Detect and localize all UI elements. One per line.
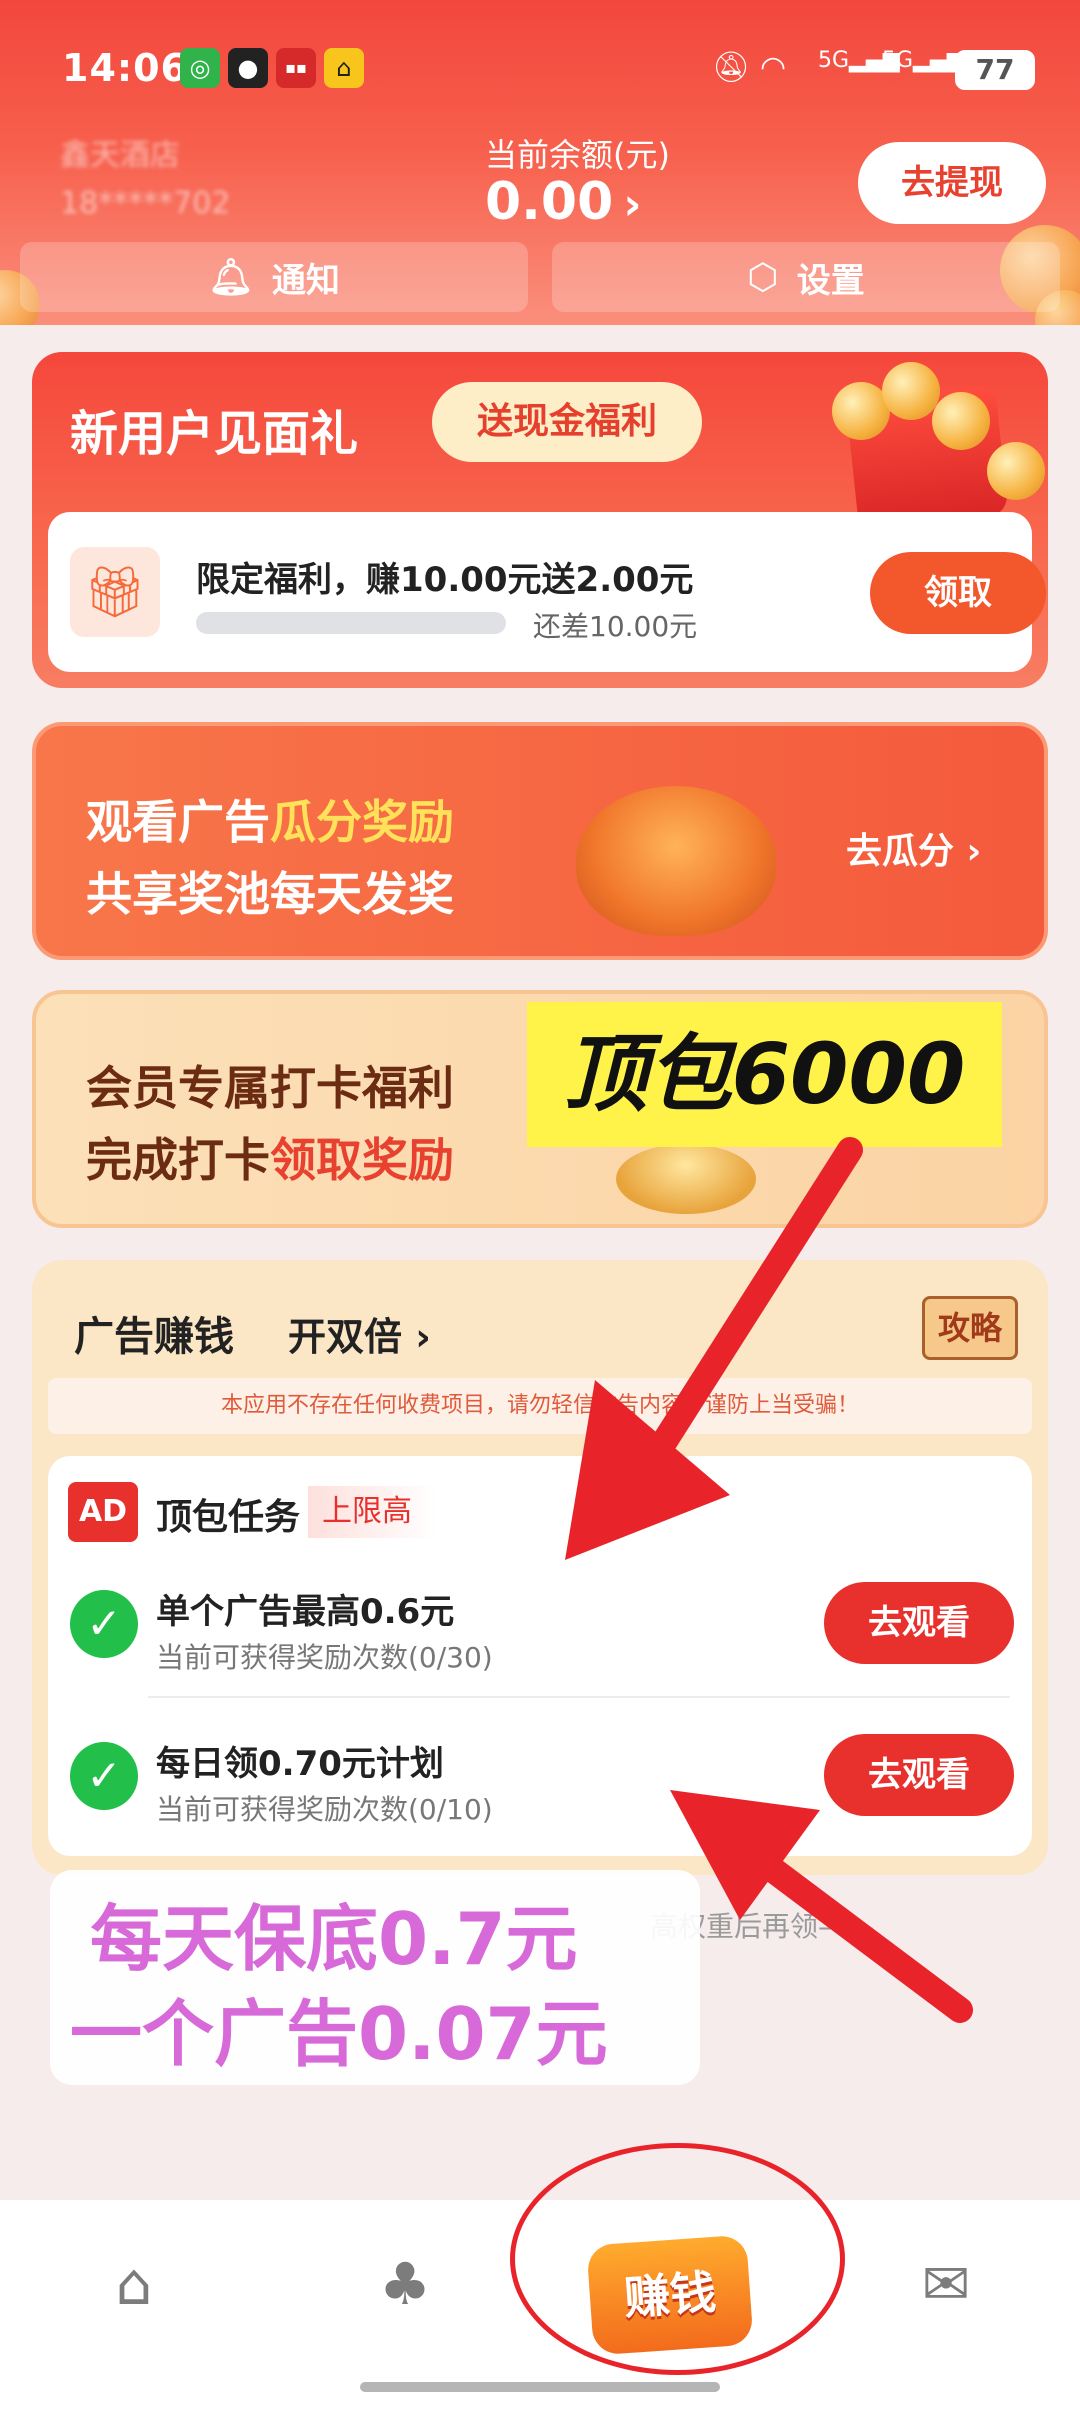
task-count: 当前可获得奖励次数(0/30) bbox=[156, 1641, 493, 1674]
mail-heart-icon[interactable]: ✉ bbox=[896, 2250, 996, 2318]
task-row: ✓ 单个广告最高0.6元 当前可获得奖励次数(0/30) 去观看 bbox=[48, 1544, 1032, 1704]
tree-icon[interactable]: ♣ bbox=[355, 2250, 455, 2318]
limited-benefit-row: 🎁︎ 限定福利，赚10.00元送2.00元 还差10.00元 领取 bbox=[48, 512, 1046, 672]
bell-icon: 🔔︎ bbox=[208, 257, 254, 298]
shop-name: 鑫天酒店 bbox=[60, 138, 180, 173]
watch-ad-button[interactable]: 去观看 bbox=[824, 1582, 1014, 1664]
wifi-icon: ◠ bbox=[760, 50, 787, 85]
limited-benefit-label: 限定福利，赚10.00元送2.00元 bbox=[196, 560, 694, 600]
ad-pool-line2: 共享奖池每天发奖 bbox=[86, 867, 454, 921]
annotation-pink-label: 每天保底0.7元 一个广告0.07元 bbox=[50, 1870, 700, 2085]
watch-ad-button[interactable]: 去观看 bbox=[824, 1734, 1014, 1816]
status-time: 14:06 bbox=[62, 46, 188, 90]
home-icon[interactable]: ⌂ bbox=[84, 2250, 184, 2318]
car-app-icon: ⌂ bbox=[324, 48, 364, 88]
remaining-amount: 还差10.00元 bbox=[533, 610, 698, 643]
treasure-pot-icon bbox=[576, 786, 776, 936]
battery-icon: 77 bbox=[955, 50, 1035, 90]
share-reward-link[interactable]: 去瓜分 › bbox=[846, 822, 981, 874]
annotation-yellow-label: 顶包6000 bbox=[527, 1002, 1002, 1147]
task-name: 每日领0.70元计划 bbox=[156, 1744, 444, 1784]
cash-benefit-pill: 送现金福利 bbox=[432, 382, 702, 462]
home-indicator[interactable] bbox=[360, 2382, 720, 2392]
ad-earn-title: 广告赚钱 bbox=[74, 1314, 234, 1360]
checkin-line2-prefix: 完成打卡 bbox=[86, 1133, 270, 1187]
coin-icon bbox=[932, 392, 990, 450]
settings-button[interactable]: ⬡ 设置 bbox=[552, 242, 1060, 312]
withdraw-button[interactable]: 去提现 bbox=[858, 142, 1046, 224]
fraud-warning: 本应用不存在任何收费项目，请勿轻信广告内容，谨防上当受骗！ bbox=[48, 1378, 1032, 1434]
claim-button[interactable]: 领取 bbox=[870, 552, 1046, 634]
checkin-line2: 完成打卡领取奖励 bbox=[86, 1124, 454, 1190]
ad-pool-line1-highlight: 瓜分奖励 bbox=[270, 795, 454, 849]
task-row: ✓ 每日领0.70元计划 当前可获得奖励次数(0/10) 去观看 bbox=[48, 1696, 1032, 1856]
new-user-title: 新用户见面礼 bbox=[70, 406, 359, 462]
task-list: AD 顶包任务 上限高 ✓ 单个广告最高0.6元 当前可获得奖励次数(0/30)… bbox=[48, 1456, 1032, 1856]
check-icon: ✓ bbox=[70, 1742, 138, 1810]
task-name: 单个广告最高0.6元 bbox=[156, 1592, 455, 1632]
ad-badge-icon: AD bbox=[68, 1482, 138, 1542]
gift-icon: 🎁︎ bbox=[70, 547, 160, 637]
qq-icon: ● bbox=[228, 48, 268, 88]
task-header: 顶包任务 bbox=[156, 1497, 301, 1538]
coin-icon bbox=[987, 442, 1045, 500]
balance-label: 当前余额(元) bbox=[485, 136, 670, 174]
status-bar: 14:06 ◎ ● ▪▪ ⌂ 🔕︎ ◠ 5G▂▄▆ 5G▂▄▆ 77 bbox=[0, 0, 1080, 135]
mute-icon: 🔕︎ bbox=[712, 50, 751, 85]
ad-pool-card[interactable]: 观看广告瓜分奖励 共享奖池每天发奖 去瓜分 › bbox=[32, 722, 1048, 960]
task-count: 当前可获得奖励次数(0/10) bbox=[156, 1793, 493, 1826]
notice-label: 通知 bbox=[271, 260, 340, 301]
divider bbox=[148, 1696, 1010, 1698]
balance-value: 0.00 bbox=[485, 172, 614, 232]
checkin-line1: 会员专属打卡福利 bbox=[86, 1061, 454, 1115]
new-user-card: 新用户见面礼 送现金福利 🎁︎ 限定福利，赚10.00元送2.00元 还差10.… bbox=[32, 352, 1048, 688]
balance-link[interactable]: 0.00 › bbox=[485, 172, 641, 232]
shop-info: 鑫天酒店 18*****702 bbox=[60, 130, 230, 221]
chevron-right-icon: › bbox=[623, 179, 642, 230]
wechat-icon: ◎ bbox=[180, 48, 220, 88]
signal-icon: 5G▂▄▆ bbox=[882, 48, 964, 73]
network-label: 5G bbox=[882, 48, 914, 73]
ad-pool-line1-prefix: 观看广告 bbox=[86, 795, 270, 849]
shop-phone: 18*****702 bbox=[60, 186, 231, 221]
annotation-line2: 一个广告0.07元 bbox=[70, 1992, 608, 2076]
settings-label: 设置 bbox=[796, 260, 865, 301]
ad-earn-card: 广告赚钱 开双倍 › 攻略 本应用不存在任何收费项目，请勿轻信广告内容，谨防上当… bbox=[32, 1260, 1048, 1875]
network-label: 5G bbox=[818, 48, 850, 73]
coin-stack-icon bbox=[616, 1144, 756, 1214]
annotation-line1: 每天保底0.7元 bbox=[90, 1897, 578, 1981]
checkin-line2-highlight: 领取奖励 bbox=[270, 1133, 454, 1187]
app-notice-icon: ▪▪ bbox=[276, 48, 316, 88]
benefit-progress-bar bbox=[196, 612, 506, 634]
check-icon: ✓ bbox=[70, 1590, 138, 1658]
annotation-circle bbox=[510, 2143, 845, 2375]
cap-tag: 上限高 bbox=[308, 1486, 436, 1538]
settings-icon: ⬡ bbox=[747, 256, 779, 298]
ad-pool-line1: 观看广告瓜分奖励 bbox=[86, 786, 454, 852]
coin-icon bbox=[882, 362, 940, 420]
notice-button[interactable]: 🔔︎ 通知 bbox=[20, 242, 528, 312]
double-link[interactable]: 开双倍 › bbox=[288, 1306, 431, 1361]
guide-book-icon[interactable]: 攻略 bbox=[922, 1296, 1018, 1360]
